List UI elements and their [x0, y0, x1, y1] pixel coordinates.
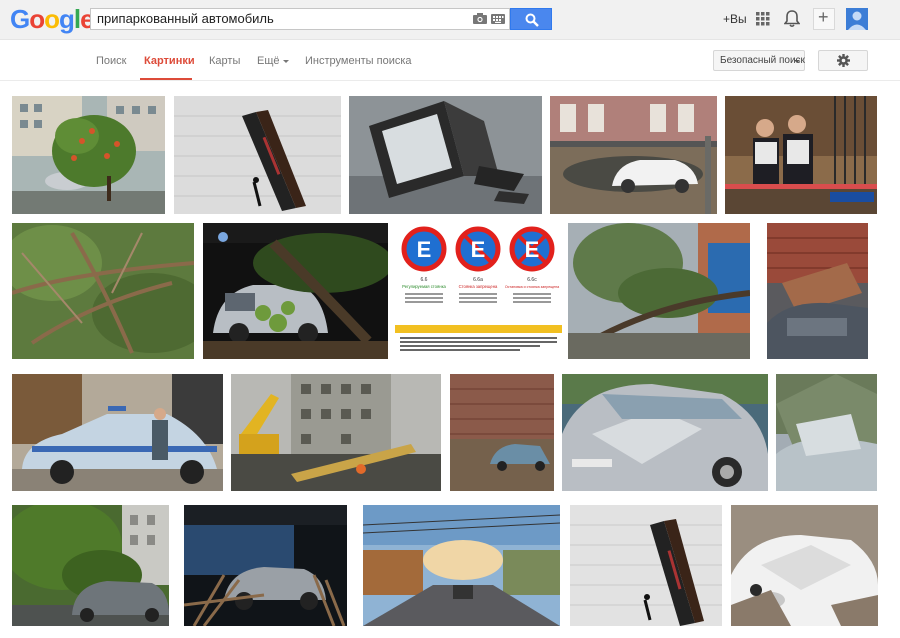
camera-icon[interactable] — [473, 13, 487, 24]
safe-search-dropdown[interactable]: Безопасный поиск — [713, 50, 805, 71]
tab-more[interactable]: Ещё — [257, 55, 289, 67]
chevron-down-icon — [282, 59, 289, 63]
image-result-crushed-silver-car[interactable] — [562, 374, 768, 491]
tab-search[interactable]: Поиск — [96, 55, 126, 67]
notifications-bell-icon[interactable] — [784, 10, 800, 28]
image-result-car-crushed-fence[interactable] — [184, 505, 347, 626]
search-button[interactable] — [510, 8, 552, 30]
image-result-police-car[interactable] — [12, 374, 223, 491]
image-result-car-under-trees[interactable] — [12, 505, 169, 626]
image-result-street-view[interactable] — [363, 505, 560, 626]
image-result-car-under-fallen-tree[interactable] — [12, 96, 165, 214]
tab-images[interactable]: Картинки — [144, 55, 195, 67]
gear-icon — [837, 54, 850, 67]
sign-title-1: Регулируемая стоянка — [402, 284, 446, 289]
settings-button[interactable] — [818, 50, 868, 71]
search-input[interactable]: припаркованный автомобиль — [90, 8, 510, 30]
sign-title-2: Стоянка запрещена — [459, 284, 498, 289]
sign-code-3: 6.6с — [527, 277, 537, 283]
image-result-bricks-on-car[interactable] — [767, 223, 868, 359]
svg-text:E: E — [417, 237, 432, 262]
chevron-down-icon — [794, 60, 800, 63]
image-result-broken-tv[interactable] — [349, 96, 542, 214]
image-result-parking-signs[interactable]: E E E 6.6 6.6а 6.6с Регулируемая стоянка… — [395, 223, 562, 359]
apps-grid-icon[interactable] — [756, 12, 770, 26]
image-result-fallen-branches[interactable] — [12, 223, 194, 359]
search-query: припаркованный автомобиль — [97, 11, 274, 26]
sign-code-1: 6.6 — [421, 277, 428, 283]
tab-maps[interactable]: Карты — [209, 55, 240, 67]
image-result-car-under-debris[interactable] — [776, 374, 877, 491]
user-silhouette-icon — [848, 11, 866, 30]
image-result-poster-books-leaning-2[interactable] — [570, 505, 722, 626]
nav-divider — [0, 80, 900, 81]
search-icon — [525, 13, 539, 27]
image-result-fallen-tree-street[interactable] — [568, 223, 750, 359]
plus-you-link[interactable]: +Вы — [723, 12, 747, 26]
plus-icon: + — [818, 7, 829, 27]
svg-text:E: E — [525, 237, 540, 262]
image-result-car-near-brick-wall[interactable] — [450, 374, 554, 491]
svg-text:E: E — [471, 237, 486, 262]
logo-letter: o — [44, 4, 60, 34]
logo-letter: g — [59, 4, 75, 34]
sign-title-3: Остановка и стоянка запрещена — [505, 285, 559, 289]
image-result-white-car-under-rubble[interactable] — [731, 505, 878, 626]
logo-letter: G — [10, 4, 30, 34]
safe-search-label: Безопасный поиск — [720, 55, 805, 66]
tab-search-tools[interactable]: Инструменты поиска — [305, 55, 412, 67]
google-logo[interactable]: Google — [10, 4, 95, 35]
top-bar: Google припаркованный автомобиль +Вы + — [0, 0, 900, 40]
share-plus-button[interactable]: + — [813, 7, 835, 30]
image-result-car-under-tree-night[interactable] — [203, 223, 388, 359]
image-result-crane-construction[interactable] — [231, 374, 441, 491]
image-results-grid: E E E 6.6 6.6а 6.6с Регулируемая стоянка… — [0, 82, 900, 638]
image-result-white-car-in-puddle[interactable] — [550, 96, 717, 214]
sign-code-2: 6.6а — [473, 277, 483, 283]
avatar[interactable] — [846, 8, 868, 30]
keyboard-icon[interactable] — [491, 14, 505, 24]
logo-letter: o — [29, 4, 45, 34]
image-result-poster-books-leaning[interactable] — [174, 96, 341, 214]
tab-more-label: Ещё — [257, 55, 280, 67]
image-result-police-officers[interactable] — [725, 96, 877, 214]
